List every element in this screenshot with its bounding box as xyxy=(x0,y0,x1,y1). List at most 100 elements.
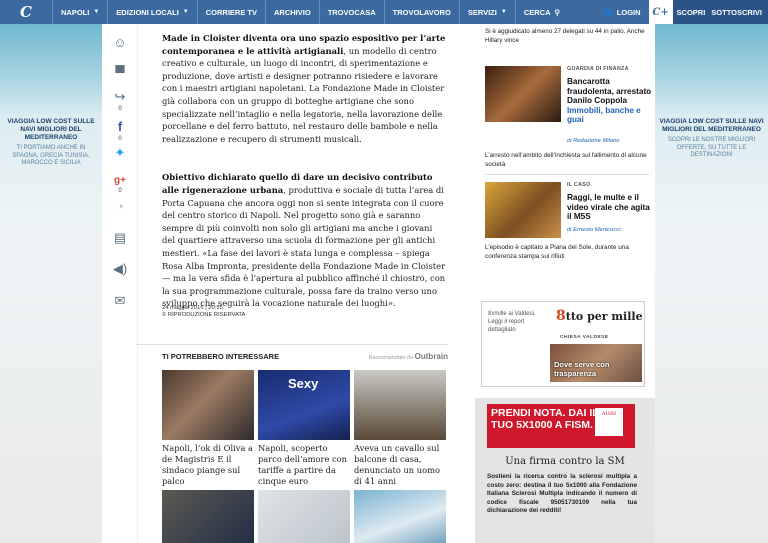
outbrain-logo: Outbrain xyxy=(414,352,448,361)
ad-brand-text: tto per mille xyxy=(565,310,643,323)
story-kicker: IL CASO xyxy=(567,182,591,188)
card-image xyxy=(354,490,446,543)
nav-servizi[interactable]: SERVIZI ▼ xyxy=(458,0,515,24)
ad-subtitle: CHIESA VALDESE xyxy=(560,335,609,340)
corriere-logo[interactable]: C xyxy=(0,0,52,24)
twitter-icon: ✦ xyxy=(114,145,126,160)
nav-trovocasa-label: TROVOCASA xyxy=(327,7,376,17)
nav-trovocasa[interactable]: TROVOCASA xyxy=(318,0,384,24)
recommended-card[interactable]: Napoli, l’ok di Oliva a de Magistris E i… xyxy=(162,370,254,487)
nav-napoli[interactable]: NAPOLI ▼ xyxy=(52,0,107,24)
nav-corriere-tv[interactable]: CORRIERE TV xyxy=(196,0,265,24)
card-image xyxy=(354,370,446,440)
story-headline: Raggi, le multe e il video virale che ag… xyxy=(567,193,650,222)
googleplus-share[interactable]: g+ 0 xyxy=(102,170,138,195)
recommended-card[interactable]: Sexy Napoli, scoperto parco dell’amore c… xyxy=(258,370,350,487)
facebook-count: 0 xyxy=(118,136,122,142)
reshare-icon: ↪ xyxy=(114,89,126,104)
share-toolbar: ☺ ▀ ↪ 0 f0 ✦ g+ 0 ◔ ▤ ◀) ✉ xyxy=(102,24,138,543)
card-image xyxy=(258,490,350,543)
search-icon: ⚲ xyxy=(554,7,560,17)
twitter-share[interactable]: ✦ xyxy=(102,144,138,162)
top-nav-bar: C NAPOLI ▼ EDIZIONI LOCALI ▼ CORRIERE TV A… xyxy=(0,0,768,24)
paragraph-text: , produttiva e sociale di tutta l’area d… xyxy=(162,184,446,309)
recommended-card[interactable] xyxy=(354,490,446,543)
card-image: Sexy xyxy=(258,370,350,440)
story-headline: Bancarotta fraudolenta, arrestato Danilo… xyxy=(567,77,653,125)
facebook-share[interactable]: f0 xyxy=(102,118,138,143)
aism-body: Sostieni la ricerca contro la sclerosi m… xyxy=(487,473,637,514)
corriere-plus-logo[interactable]: C+ xyxy=(648,0,673,24)
login-button[interactable]: 👤 LOGIN xyxy=(595,8,648,17)
publish-date: 24 maggio 2016 | 20:55 xyxy=(162,305,223,311)
outbrain-credit[interactable]: Raccomandato da Outbrain xyxy=(368,352,448,361)
ad-ship-image xyxy=(0,24,102,114)
comment-button[interactable]: ▀ xyxy=(102,64,138,82)
user-icon: 👤 xyxy=(603,7,613,17)
nav-edizioni-label: EDIZIONI LOCALI xyxy=(116,7,179,17)
googleplus-icon: g+ xyxy=(114,175,126,186)
nav-archivio[interactable]: ARCHIVIO xyxy=(265,0,319,24)
clock-icon: ◔ xyxy=(116,199,124,214)
reaction-button[interactable]: ☺ xyxy=(102,34,138,52)
card-caption: Napoli, l’ok di Oliva a de Magistris E i… xyxy=(162,443,253,486)
aism-logo: AISM xyxy=(595,408,623,436)
story-thumbnail xyxy=(485,182,561,238)
nav-trovolavoro[interactable]: TROVOLAVORO xyxy=(383,0,459,24)
story-headline-text: Bancarotta fraudolenta, arrestato Danilo… xyxy=(567,77,652,106)
story-byline[interactable]: di Redazione Milano xyxy=(567,138,620,144)
article-paragraph: Obiettivo dichiarato quello di dare un d… xyxy=(162,171,446,310)
story-summary: L’arresto nell’ambito dell’inchiesta sul… xyxy=(485,152,647,168)
email-button[interactable]: ✉ xyxy=(102,292,138,310)
article-column: ☺ ▀ ↪ 0 f0 ✦ g+ 0 ◔ ▤ ◀) ✉ Made in Cloiste… xyxy=(102,24,475,543)
sottoscrivi-link[interactable]: SOTTOSCRIVI xyxy=(709,0,768,24)
paragraph-text: , un modello di centro creativo e cultur… xyxy=(162,45,445,144)
aism-banner-text: PRENDI NOTA. DAI IL TUO 5X1000 A FISM. xyxy=(491,407,599,431)
scopri-link[interactable]: SCOPRI xyxy=(672,0,710,24)
article-paragraph: Made in Cloister diventa ora uno spazio … xyxy=(162,32,446,145)
read-later-button[interactable]: ◔ xyxy=(102,198,138,216)
article-body: Made in Cloister diventa ora uno spazio … xyxy=(162,32,446,323)
recommended-title: TI POTREBBERO INTERESSARE xyxy=(162,352,280,361)
recommended-section: TI POTREBBERO INTERESSARE Raccomandato d… xyxy=(136,344,448,361)
right-skin-ad[interactable]: VIAGGIA LOW COST SULLE NAVI MIGLIORI DEL… xyxy=(655,24,768,543)
story-thumbnail xyxy=(485,66,561,122)
reshare-button[interactable]: ↪ 0 xyxy=(102,88,138,113)
left-skin-ad[interactable]: VIAGGIA LOW COST SULLE NAVI MIGLIORI DEL… xyxy=(0,24,102,543)
recommended-header: TI POTREBBERO INTERESSARE Raccomandato d… xyxy=(136,344,448,361)
nav-archivio-label: ARCHIVIO xyxy=(274,7,311,17)
nav-trovolavoro-label: TROVOLAVORO xyxy=(392,7,451,17)
card-caption: Aveva un cavallo sul balcone di casa, de… xyxy=(354,443,440,486)
aism-ad[interactable]: PRENDI NOTA. DAI IL TUO 5X1000 A FISM. A… xyxy=(475,398,655,543)
email-icon: ✉ xyxy=(114,293,126,308)
story-related-link[interactable]: Immobili, banche e guai xyxy=(567,106,641,125)
recommended-card[interactable]: Aveva un cavallo sul balcone di casa, de… xyxy=(354,370,446,487)
right-sidebar: Si è aggiudicato almeno 27 delegati su 4… xyxy=(475,24,655,543)
nav-cerca[interactable]: CERCA ⚲ xyxy=(514,0,568,24)
rights-notice: © RIPRODUZIONE RISERVATA xyxy=(162,312,246,318)
card-image xyxy=(162,490,254,543)
nav-tv-label: CORRIERE TV xyxy=(205,7,258,17)
print-icon: ▤ xyxy=(113,230,127,245)
audio-button[interactable]: ◀) xyxy=(102,260,138,278)
chevron-down-icon: ▼ xyxy=(182,9,189,15)
nav-napoli-label: NAPOLI xyxy=(61,7,90,17)
ad-brand: 8tto per mille xyxy=(556,308,643,324)
smile-icon: ☺ xyxy=(113,35,127,50)
chevron-down-icon: ▼ xyxy=(500,9,507,15)
nav-edizioni-locali[interactable]: EDIZIONI LOCALI ▼ xyxy=(107,0,196,24)
story-byline[interactable]: di Ernesto Menicucci xyxy=(567,227,620,233)
print-button[interactable]: ▤ xyxy=(102,229,138,247)
ad-body: TI PORTIAMO ANCHE IN SPAGNA, GRECIA TUNI… xyxy=(12,145,90,166)
ad-text: 8xmille ai Valdesi. Leggi il report dett… xyxy=(488,311,536,333)
ad-headline: VIAGGIA LOW COST SULLE NAVI MIGLIORI DEL… xyxy=(659,118,764,133)
ad-overlay-text: Dove serve con trasparenza xyxy=(554,360,610,378)
reshare-count: 0 xyxy=(118,106,122,112)
recommended-card[interactable] xyxy=(162,490,254,543)
recommended-card[interactable] xyxy=(258,490,350,543)
ad-body: SCOPRI LE NOSTRE MIGLIORI OFFERTE, SU TU… xyxy=(667,137,756,158)
sidebar-top-summary: Si è aggiudicato almeno 27 delegati su 4… xyxy=(485,28,645,44)
ottopermille-ad[interactable]: 8xmille ai Valdesi. Leggi il report dett… xyxy=(481,301,645,387)
chevron-down-icon: ▼ xyxy=(93,9,100,15)
story-kicker: GUARDIA DI FINANZA xyxy=(567,66,629,72)
